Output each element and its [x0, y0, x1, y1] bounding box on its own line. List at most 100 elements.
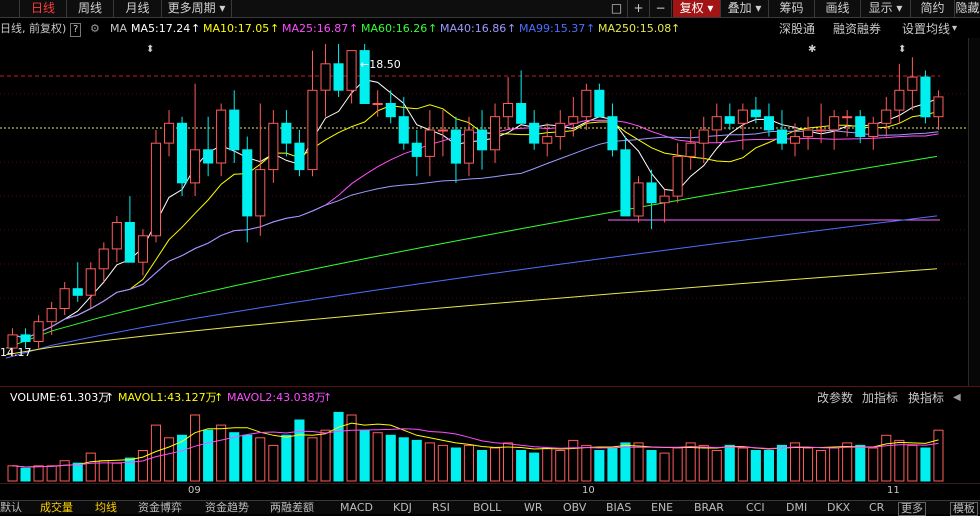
candle-up	[555, 122, 566, 138]
volume-bar-down	[20, 467, 31, 482]
ma5-arrow-icon: ↑	[191, 22, 201, 35]
ma-settings-link[interactable]: 设置均线	[902, 20, 950, 38]
help-icon[interactable]: ?	[70, 23, 82, 37]
tab-7[interactable]: KDJ	[393, 502, 412, 514]
candle-up	[463, 129, 474, 164]
tab-more-periods[interactable]: 更多周期 ▾	[162, 0, 232, 17]
volume-bar-up	[633, 442, 644, 482]
candle-down	[620, 149, 631, 217]
volume-value: VOLUME:61.303万	[10, 391, 110, 404]
fuquan-label: 复权	[679, 1, 704, 15]
tab-8[interactable]: RSI	[432, 502, 450, 514]
tab-18[interactable]: CR	[869, 502, 884, 514]
ma60-arrow-icon: ↑	[428, 22, 438, 35]
volume-bar-down	[620, 442, 631, 482]
chips-button[interactable]: 筹码	[769, 0, 815, 17]
volume-bar-up	[111, 462, 122, 482]
high-price-label: ←18.50	[360, 58, 401, 71]
tab-1[interactable]: 成交量	[40, 502, 73, 514]
tab-13[interactable]: ENE	[651, 502, 673, 514]
chevron-down-icon: ▾	[707, 1, 714, 15]
tab-monthly[interactable]: 月线	[114, 0, 162, 17]
fuquan-dropdown[interactable]: 复权 ▾	[673, 0, 721, 17]
tab-19[interactable]: 更多	[898, 502, 926, 516]
tab-2[interactable]: 均线	[95, 502, 117, 514]
ma25-arrow-icon: ↑	[349, 22, 359, 35]
mavol2-value: MAVOL2:43.038万	[227, 391, 326, 404]
draw-line-button[interactable]: 画线	[815, 0, 861, 17]
chart-mode-label: 日线, 前复权)	[0, 22, 67, 35]
chevron-down-icon[interactable]: ▾	[952, 20, 957, 38]
ma40-arrow-icon: ↑	[507, 22, 517, 35]
collapse-icon[interactable]: ◀	[953, 389, 961, 407]
candle-down	[763, 116, 775, 131]
tab-daily[interactable]: 日线	[20, 0, 67, 17]
zoom-out-button[interactable]: −	[650, 0, 672, 17]
hide-button[interactable]: 隐藏	[955, 0, 980, 17]
tab-14[interactable]: BRAR	[694, 502, 724, 514]
hk-connect-link[interactable]: 深股通	[779, 20, 815, 38]
volume-bar-up	[816, 450, 827, 482]
low-price-label: 14.17	[0, 346, 32, 359]
tab-11[interactable]: OBV	[563, 502, 586, 514]
overlay-dropdown[interactable]: 叠加 ▾	[721, 0, 769, 17]
volume-bar-down	[750, 450, 761, 482]
margin-trading-link[interactable]: 融资融券	[833, 20, 881, 38]
add-indicator-link[interactable]: 加指标	[862, 389, 898, 407]
toolbar-left-edge[interactable]	[0, 0, 20, 17]
candle-up	[790, 136, 801, 144]
volume-bar-up	[59, 460, 70, 482]
candle-down	[450, 129, 461, 164]
mavol1-value: MAVOL1:43.127万	[118, 391, 217, 404]
candle-up	[698, 129, 709, 144]
tab-9[interactable]: BOLL	[473, 502, 501, 514]
candle-down	[177, 122, 188, 184]
ma5-value: MA5:17.24	[131, 22, 191, 35]
tab-17[interactable]: DKX	[827, 502, 850, 514]
display-label: 显示	[868, 1, 893, 15]
candlestick-chart[interactable]: ←18.50 14.17 ⬍ ✱ ⬍	[0, 38, 970, 386]
tab-20[interactable]: 模板	[950, 502, 978, 516]
candle-down	[724, 116, 735, 124]
volume-bar-down	[124, 457, 135, 482]
candle-down	[594, 89, 605, 118]
tab-10[interactable]: WR	[524, 502, 543, 514]
tab-4[interactable]: 资金趋势	[205, 502, 249, 514]
square-icon[interactable]: □	[606, 0, 628, 17]
switch-indicator-link[interactable]: 换指标	[908, 389, 944, 407]
simple-mode-button[interactable]: 简约	[911, 0, 955, 17]
volume-chart[interactable]	[0, 407, 970, 483]
zoom-in-button[interactable]: +	[628, 0, 650, 17]
ma99-value: MA99:15.37	[519, 22, 586, 35]
volume-bar-up	[7, 465, 18, 482]
display-dropdown[interactable]: 显示 ▾	[861, 0, 911, 17]
tab-16[interactable]: DMI	[786, 502, 807, 514]
candle-down	[398, 116, 409, 144]
gear-icon[interactable]: ⚙	[90, 20, 100, 38]
candle-up	[868, 122, 879, 138]
tab-6[interactable]: MACD	[340, 502, 373, 514]
volume-bar-down	[177, 434, 188, 482]
tab-weekly[interactable]: 周线	[67, 0, 114, 17]
tab-more-periods-label: 更多周期	[167, 1, 216, 15]
candle-down	[229, 109, 240, 151]
tab-5[interactable]: 两融差额	[270, 502, 314, 514]
tab-12[interactable]: BIAS	[606, 502, 631, 514]
chart-scrollbar[interactable]	[968, 38, 980, 386]
mavol1-arrow-icon: ↑	[214, 391, 224, 404]
pane-divider[interactable]	[0, 386, 980, 387]
volume-bar-up	[894, 439, 905, 482]
chevron-down-icon: ▾	[755, 1, 762, 15]
change-params-link[interactable]: 改参数	[817, 389, 853, 407]
candle-down	[72, 288, 83, 296]
ma10-arrow-icon: ↑	[270, 22, 280, 35]
volume-bar-up	[307, 437, 318, 482]
candle-up	[111, 222, 122, 250]
volume-bar-up	[98, 460, 109, 482]
tab-15[interactable]: CCI	[746, 502, 765, 514]
tab-0[interactable]: 默认	[0, 502, 22, 514]
volume-bar-up	[137, 450, 148, 482]
tab-3[interactable]: 资金博弈	[138, 502, 182, 514]
candle-down	[242, 149, 253, 217]
candle-up	[933, 96, 944, 118]
